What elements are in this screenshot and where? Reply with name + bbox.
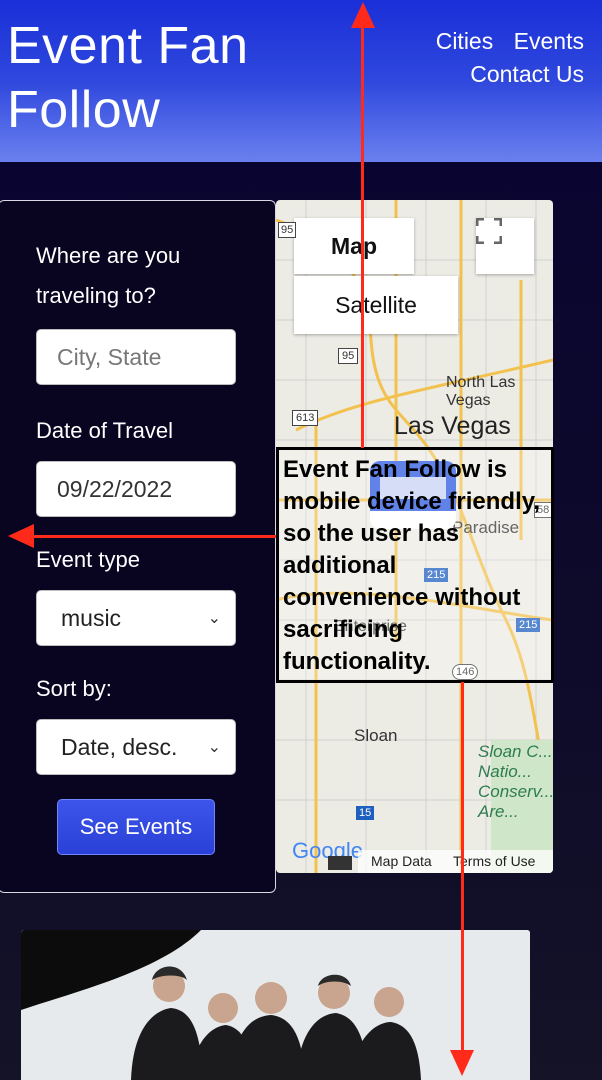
map-label-las-vegas: Las Vegas [394,412,511,440]
sort-value: Date, desc. [61,733,178,760]
map-type-satellite-button[interactable]: Satellite [294,276,458,334]
date-label: Date of Travel [36,418,173,443]
map-label-north-las-vegas: North Las Vegas [446,374,516,409]
arrow-down-line [461,682,464,1054]
fullscreen-icon[interactable] [476,218,534,274]
nav-link-cities[interactable]: Cities [436,28,494,54]
highway-shield: 15 [356,806,375,820]
arrow-down-icon [450,1050,474,1076]
map-label-sloan: Sloan [354,726,398,745]
arrow-left-icon [8,524,34,548]
see-events-button[interactable]: See Events [57,799,215,855]
event-type-select[interactable]: music ⌄ [36,590,236,646]
highway-shield: 95 [338,348,359,364]
nav-link-events[interactable]: Events [514,28,584,54]
feature-annotation: Event Fan Follow is mobile device friend… [276,447,554,683]
event-type-value: music [61,604,122,631]
keyboard-icon[interactable] [328,856,352,870]
date-input[interactable] [36,461,236,517]
arrow-up-line [361,16,364,448]
main-nav: Cities Events Contact Us [420,28,584,88]
map-label-sloan-canyon: Sloan C... Natio... Conserv... Are... [478,742,553,821]
site-header: Event Fan Follow Cities Events Contact U… [0,0,602,162]
chevron-down-icon: ⌄ [207,610,221,627]
destination-input[interactable] [36,329,236,385]
sort-label: Sort by: [36,676,112,701]
event-type-label: Event type [36,547,140,572]
destination-label: Where are you traveling to? [36,243,181,308]
highway-shield: 95 [278,222,297,238]
map-data-link[interactable]: Map Data [371,853,432,869]
site-logo-text[interactable]: Event Fan Follow [7,14,307,142]
map-type-map-button[interactable]: Map [294,218,414,274]
nav-link-contact-us[interactable]: Contact Us [470,61,584,87]
chevron-down-icon: ⌄ [207,739,221,756]
sort-select[interactable]: Date, desc. ⌄ [36,719,236,775]
arrow-up-icon [351,2,375,28]
arrow-left-line [26,535,276,538]
terms-of-use-link[interactable]: Terms of Use [453,853,535,869]
highway-shield: 613 [292,410,319,426]
